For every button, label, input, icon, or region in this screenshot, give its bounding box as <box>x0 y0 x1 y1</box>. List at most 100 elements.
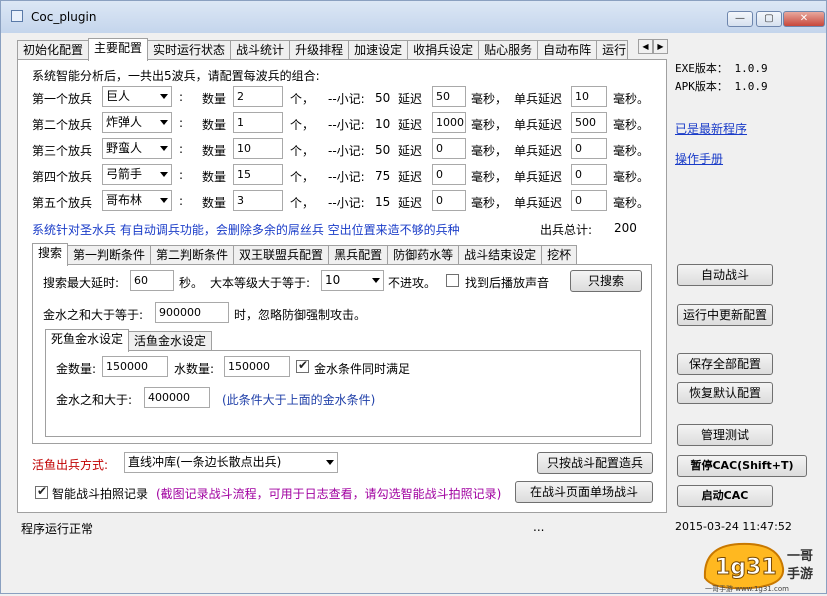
water-amount-input[interactable]: 150000 <box>224 356 290 377</box>
subtab-dig-trophy[interactable]: 挖杯 <box>541 245 578 265</box>
tab-auto-layout[interactable]: 自动布阵 <box>537 40 598 60</box>
colon-label: : <box>179 142 184 156</box>
subtab-defense-potion[interactable]: 防御药水等 <box>387 245 460 265</box>
exe-version: EXE版本： 1.0.9 <box>675 62 768 75</box>
qty-input[interactable]: 10 <box>233 138 283 159</box>
status-text: 程序运行正常 <box>21 522 94 536</box>
both-conditions-checkbox[interactable]: ✔ <box>296 358 309 373</box>
chevron-down-icon <box>326 460 334 465</box>
gold-amount-input[interactable]: 150000 <box>102 356 168 377</box>
unit-delay-label: 单兵延迟 <box>514 118 563 132</box>
gold-sum-note: (此条件大于上面的金水条件) <box>222 393 376 407</box>
latest-program-link[interactable]: 已是最新程序 <box>675 120 747 137</box>
subtab-battle-end[interactable]: 战斗结束设定 <box>458 245 543 265</box>
delay-input[interactable]: 50 <box>432 86 466 107</box>
unit-delay-input[interactable]: 0 <box>571 190 607 211</box>
save-all-config-button[interactable]: 保存全部配置 <box>677 353 773 375</box>
base-level-select[interactable]: 10 <box>321 270 384 291</box>
gold-sum-input[interactable]: 400000 <box>144 387 210 408</box>
unit-delay-input[interactable]: 0 <box>571 138 607 159</box>
troops-intro: 系统智能分析后，一共出5波兵，请配置每波兵的组合: <box>32 69 320 83</box>
troop-type-select[interactable]: 哥布林 <box>102 190 172 211</box>
tab-run[interactable]: 运行 <box>596 40 629 60</box>
tab-dead-fish[interactable]: 死鱼金水设定 <box>45 329 130 352</box>
delay-label: 延迟 <box>398 118 423 132</box>
max-delay-input[interactable]: 60 <box>130 270 174 291</box>
live-fish-mode-select[interactable]: 直线冲库(一条边长散点出兵) <box>124 452 338 473</box>
unit-delay-input[interactable]: 500 <box>571 112 607 133</box>
tab-speed-settings[interactable]: 加速设定 <box>348 40 409 60</box>
update-running-config-button[interactable]: 运行中更新配置 <box>677 304 773 326</box>
start-cac-button[interactable]: 启动CAC <box>677 485 773 507</box>
config-troops-button[interactable]: 只按战斗配置造兵 <box>537 452 653 474</box>
admin-test-button[interactable]: 管理测试 <box>677 424 773 446</box>
subtab-second-condition[interactable]: 第二判断条件 <box>150 245 235 265</box>
chevron-down-icon <box>372 278 380 283</box>
base-level-value: 10 <box>325 273 341 287</box>
gold-water-label: 金水之和大于等于: <box>43 308 144 322</box>
close-button[interactable]: ✕ <box>783 11 825 27</box>
unit-delay-input[interactable]: 0 <box>571 164 607 185</box>
manual-link[interactable]: 操作手册 <box>675 150 723 167</box>
tab-donate-settings[interactable]: 收捐兵设定 <box>407 40 480 60</box>
qty-input[interactable]: 15 <box>233 164 283 185</box>
watermark-brand: 1g31 <box>715 555 777 580</box>
qty-input[interactable]: 2 <box>233 86 283 107</box>
watermark-logo: 1g31 一哥 手游 一哥手游 www.1g31.com <box>699 538 824 593</box>
note-value: 10 <box>375 117 391 131</box>
chevron-down-icon <box>160 172 168 177</box>
qty-input[interactable]: 3 <box>233 190 283 211</box>
troop-row-label: 第五个放兵 <box>32 196 93 210</box>
troop-row-label: 第四个放兵 <box>32 170 93 184</box>
tab-main-config[interactable]: 主要配置 <box>88 38 149 61</box>
single-battle-button[interactable]: 在战斗页面单场战斗 <box>515 481 653 503</box>
maximize-button[interactable]: ▢ <box>756 11 782 27</box>
unit-delay-label: 单兵延迟 <box>514 196 563 210</box>
delay-input[interactable]: 0 <box>432 138 466 159</box>
photo-record-checkbox[interactable]: ✔ <box>35 484 48 499</box>
subtab-king-alliance[interactable]: 双王联盟兵配置 <box>233 245 330 265</box>
tab-live-fish[interactable]: 活鱼金水设定 <box>128 331 213 351</box>
delay-input[interactable]: 1000 <box>432 112 466 133</box>
troop-type-value: 弓箭手 <box>106 167 143 181</box>
tab-scroll-left-icon[interactable]: ◀ <box>638 39 653 54</box>
troop-row-label: 第二个放兵 <box>32 118 93 132</box>
subtab-search[interactable]: 搜索 <box>32 243 69 266</box>
troop-type-select[interactable]: 弓箭手 <box>102 164 172 185</box>
troop-row-label: 第一个放兵 <box>32 92 93 106</box>
auto-battle-button[interactable]: 自动战斗 <box>677 264 773 286</box>
troop-type-select[interactable]: 巨人 <box>102 86 172 107</box>
delay-label: 延迟 <box>398 92 423 106</box>
only-search-button[interactable]: 只搜索 <box>570 270 642 292</box>
subtab-first-condition[interactable]: 第一判断条件 <box>67 245 152 265</box>
subtab-dark-troops[interactable]: 黑兵配置 <box>328 245 389 265</box>
gold-tabstrip: 死鱼金水设定 活鱼金水设定 <box>45 329 213 352</box>
delay-input[interactable]: 0 <box>432 164 466 185</box>
minimize-button[interactable]: — <box>727 11 753 27</box>
sound-checkbox[interactable] <box>446 274 459 287</box>
watermark-tag1: 一哥 <box>787 548 813 564</box>
gold-water-input[interactable]: 900000 <box>155 302 229 323</box>
checkmark-icon: ✔ <box>298 358 309 372</box>
tab-service[interactable]: 贴心服务 <box>478 40 539 60</box>
tab-realtime-status[interactable]: 实时运行状态 <box>147 40 232 60</box>
apk-version: APK版本： 1.0.9 <box>675 80 768 93</box>
tab-scroll-right-icon[interactable]: ▶ <box>653 39 668 54</box>
unit-delay-input[interactable]: 10 <box>571 86 607 107</box>
ge-label: 个， <box>290 118 315 132</box>
pause-cac-button[interactable]: 暂停CAC(Shift+T) <box>677 455 807 477</box>
total-value: 200 <box>614 221 637 235</box>
troop-type-select[interactable]: 野蛮人 <box>102 138 172 159</box>
tab-upgrade-schedule[interactable]: 升级排程 <box>289 40 350 60</box>
delay-input[interactable]: 0 <box>432 190 466 211</box>
qty-label: 数量 <box>202 170 227 184</box>
title-bar[interactable]: Coc_plugin — ▢ ✕ <box>1 1 826 33</box>
restore-default-button[interactable]: 恢复默认配置 <box>677 382 773 404</box>
ms-label: 毫秒， <box>471 196 508 210</box>
tab-battle-stats[interactable]: 战斗统计 <box>230 40 291 60</box>
troop-type-select[interactable]: 炸弹人 <box>102 112 172 133</box>
ms-label: 毫秒， <box>471 92 508 106</box>
qty-input[interactable]: 1 <box>233 112 283 133</box>
qty-label: 数量 <box>202 118 227 132</box>
tab-init-config[interactable]: 初始化配置 <box>17 40 90 60</box>
